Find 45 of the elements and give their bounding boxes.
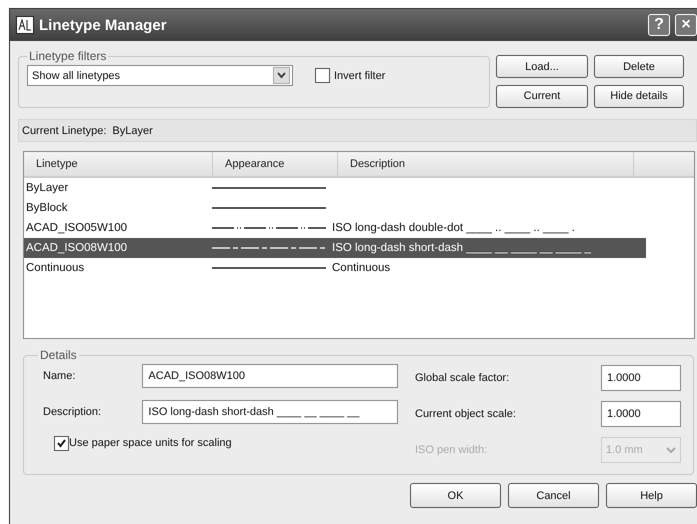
linetype-name: ACAD_ISO08W100 — [25, 242, 128, 254]
group-legend: Linetype filters — [27, 49, 108, 63]
name-label: Name: — [42, 370, 76, 382]
linetype-description: ISO long-dash double-dot ____ .. ____ .. ____ . — [332, 222, 575, 234]
dialog-button[interactable]: Current — [496, 84, 588, 108]
paper-space-label: Use paper space units for scaling — [69, 437, 232, 449]
help-button[interactable]: ? — [648, 14, 670, 36]
dialog-button[interactable]: Hide details — [594, 84, 684, 108]
global-scale-label: Global scale factor: — [415, 372, 510, 384]
linetype-name: Continuous — [25, 262, 86, 274]
linetype-row[interactable]: ByLayer — [24, 178, 646, 198]
dialog-button[interactable]: Help — [606, 483, 697, 508]
linetype-row[interactable]: Continuous Continuous — [24, 258, 646, 278]
linetype-name: ByBlock — [25, 202, 69, 214]
paper-space-checkbox[interactable] — [54, 436, 69, 450]
invert-filter-label: Invert filter — [334, 70, 386, 82]
linetype-row[interactable]: ACAD_ISO05W100 ISO long-dash double-dot ____ .. ____ .. ____ . — [24, 218, 646, 238]
description-label: Description: — [42, 406, 102, 418]
linetype-row[interactable]: ByBlock — [24, 198, 646, 218]
description-field[interactable]: ISO long-dash short-dash ____ __ ____ __ — [142, 400, 398, 424]
dialog-button[interactable]: Load... — [496, 55, 588, 78]
linetype-description: ISO long-dash short-dash ____ __ ____ __ ____ _ — [332, 242, 591, 254]
app-icon — [16, 16, 34, 34]
close-button[interactable]: × — [675, 14, 697, 36]
pen-width-label: ISO pen width: — [415, 444, 488, 456]
dialog-button[interactable]: Cancel — [508, 483, 599, 508]
column-header[interactable]: Description — [338, 152, 634, 176]
dialog-button[interactable]: Delete — [594, 55, 684, 78]
name-field[interactable]: ACAD_ISO08W100 — [142, 364, 398, 388]
column-header[interactable]: Linetype — [24, 152, 213, 176]
dialog-button[interactable]: OK — [410, 483, 501, 508]
object-scale-field[interactable]: 1.0000 — [601, 401, 681, 427]
linetype-name: ByLayer — [25, 182, 70, 194]
object-scale-label: Current object scale: — [415, 408, 517, 420]
global-scale-field[interactable]: 1.0000 — [601, 365, 681, 391]
linetype-description: Continuous — [332, 262, 390, 274]
column-header[interactable]: Appearance — [213, 152, 338, 176]
linetype-row[interactable]: ACAD_ISO08W100 ISO long-dash short-dash ____ __ ____ __ ____ _ — [24, 238, 646, 258]
window-title: Linetype Manager — [39, 16, 168, 34]
current-linetype-label: Current Linetype: — [22, 124, 106, 136]
invert-checkbox[interactable] — [315, 68, 330, 83]
filter-dropdown[interactable]: Show all linetypes — [27, 65, 293, 86]
linetype-name: ACAD_ISO05W100 — [25, 222, 128, 234]
current-linetype-value: ByLayer — [112, 124, 153, 136]
group-legend: Details — [38, 348, 79, 362]
